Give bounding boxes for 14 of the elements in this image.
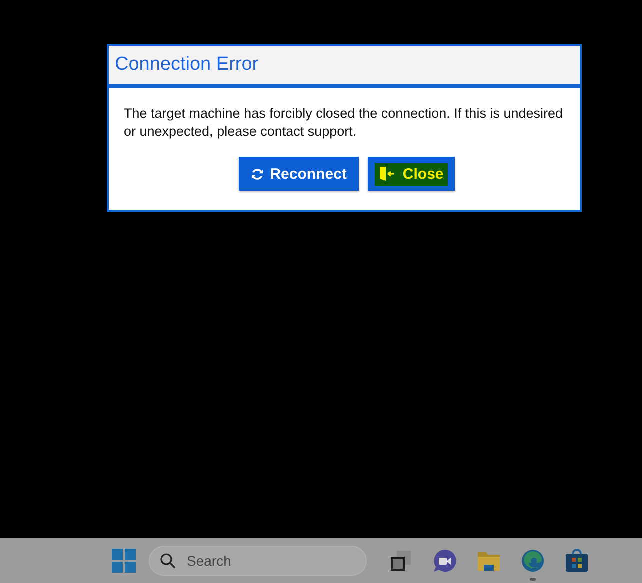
store-icon[interactable] bbox=[565, 548, 589, 572]
dialog-button[interactable]: Close bbox=[368, 157, 455, 191]
search-field[interactable]: Search bbox=[149, 546, 367, 576]
dialog-title: Connection Error bbox=[115, 54, 259, 76]
task-view-icon[interactable] bbox=[389, 548, 413, 572]
search-icon bbox=[160, 552, 176, 568]
start-icon[interactable] bbox=[112, 548, 136, 572]
refresh-icon bbox=[251, 168, 264, 180]
exit-door-icon bbox=[378, 166, 397, 182]
dialog-button[interactable]: Reconnect bbox=[239, 157, 359, 191]
video-chat-icon[interactable] bbox=[433, 548, 457, 572]
error-message: The target machine has forcibly closed the connection. If this is undesired or unexpected, please contact support. bbox=[124, 105, 564, 141]
browser-icon[interactable] bbox=[521, 548, 545, 572]
running-indicator bbox=[530, 578, 536, 581]
